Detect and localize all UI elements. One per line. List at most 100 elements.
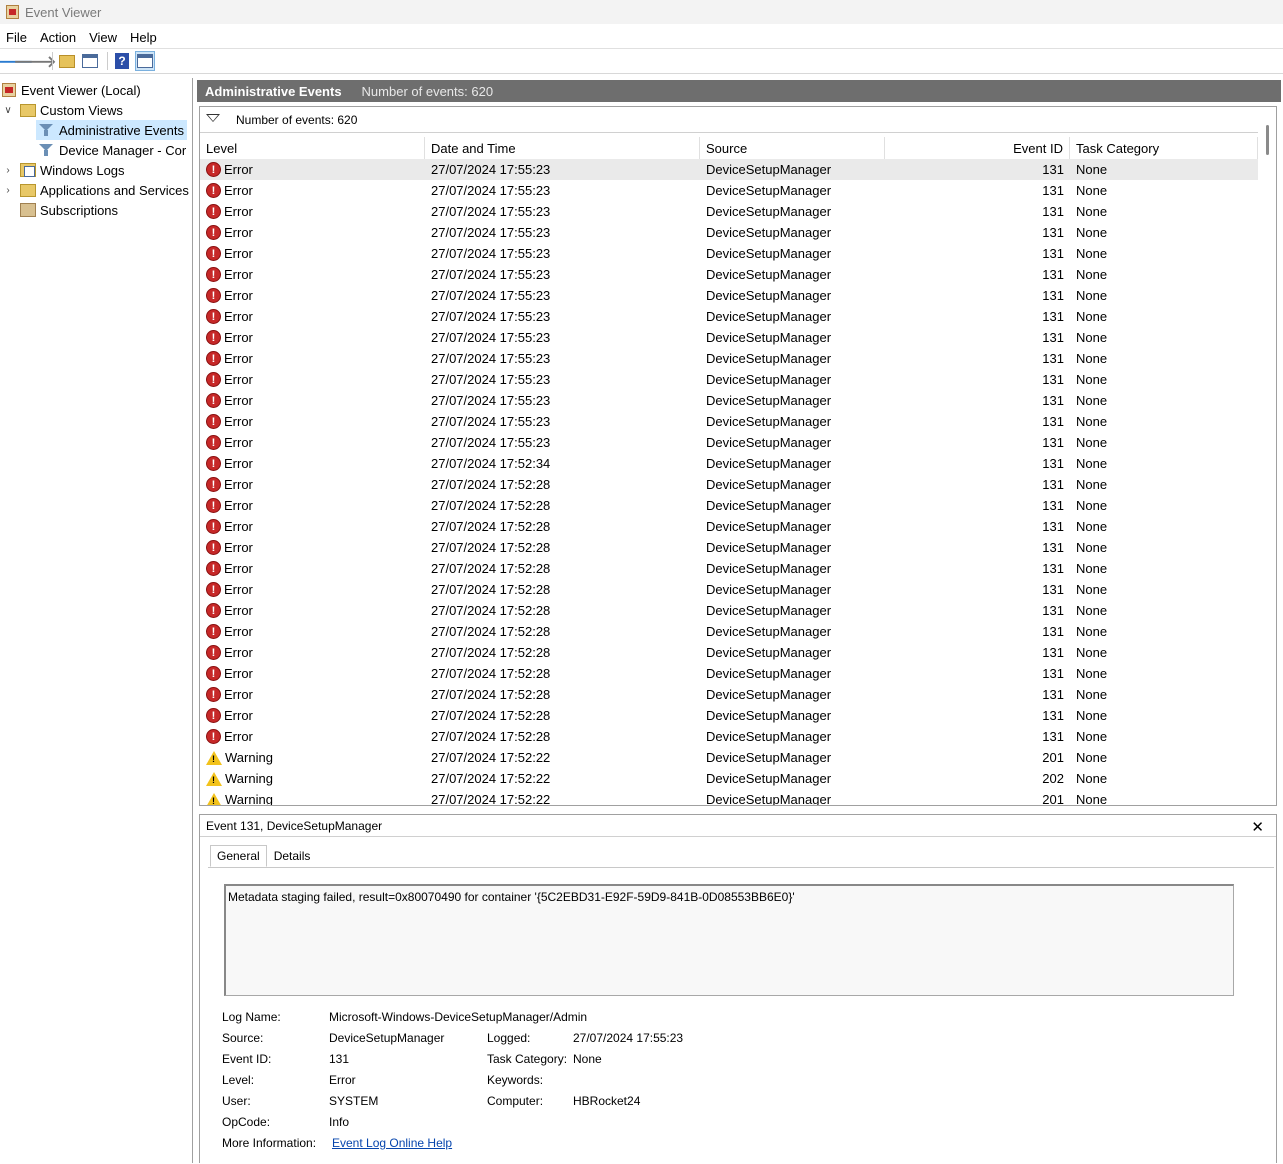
- level-cell: ! Error: [200, 645, 425, 660]
- table-row[interactable]: ! Error 27/07/2024 17:55:23 DeviceSetupMana…: [200, 201, 1258, 222]
- error-icon: !: [206, 456, 221, 471]
- table-row[interactable]: ! Error 27/07/2024 17:55:23 DeviceSetupMana…: [200, 348, 1258, 369]
- task-category-cell: None: [1076, 729, 1108, 744]
- scrollbar-thumb[interactable]: [1266, 125, 1269, 155]
- table-row[interactable]: ! Error 27/07/2024 17:52:28 DeviceSetupMana…: [200, 621, 1258, 642]
- table-row[interactable]: ! Error 27/07/2024 17:52:28 DeviceSetupMana…: [200, 726, 1258, 747]
- menu-file[interactable]: File: [0, 30, 34, 45]
- table-row[interactable]: ! Warning 27/07/2024 17:52:22 DeviceSetupMa…: [200, 747, 1258, 768]
- task-category-cell: None: [1076, 750, 1108, 765]
- logged-value: 27/07/2024 17:55:23: [573, 1031, 684, 1045]
- event-rows: ! Error 27/07/2024 17:55:23 DeviceSetupMana…: [200, 159, 1258, 805]
- error-icon: !: [206, 540, 221, 555]
- table-row[interactable]: ! Error 27/07/2024 17:55:23 DeviceSetupMana…: [200, 285, 1258, 306]
- level-cell: ! Error: [200, 582, 425, 597]
- table-row[interactable]: ! Warning 27/07/2024 17:52:22 DeviceSetupMa…: [200, 768, 1258, 789]
- tree-item-applications-services[interactable]: › Applications and Services: [2, 180, 192, 200]
- tree-item-windows-logs[interactable]: › Windows Logs: [2, 160, 124, 180]
- tree-item-device-manager[interactable]: Device Manager - Cor: [36, 140, 192, 160]
- table-row[interactable]: ! Error 27/07/2024 17:52:34 DeviceSetupMana…: [200, 453, 1258, 474]
- table-row[interactable]: ! Error 27/07/2024 17:52:28 DeviceSetupMana…: [200, 474, 1258, 495]
- filter-bar: Number of events: 620: [200, 107, 1276, 133]
- level-text: Error: [224, 645, 253, 660]
- up-folder-button[interactable]: [57, 51, 77, 71]
- table-row[interactable]: ! Error 27/07/2024 17:52:28 DeviceSetupMana…: [200, 705, 1258, 726]
- filter-count: Number of events: 620: [236, 112, 358, 127]
- expand-chevron-icon[interactable]: ›: [2, 165, 14, 176]
- error-icon: !: [206, 519, 221, 534]
- table-row[interactable]: ! Error 27/07/2024 17:52:28 DeviceSetupMana…: [200, 537, 1258, 558]
- forward-arrow-icon[interactable]: 🡒: [14, 51, 57, 71]
- table-row[interactable]: ! Error 27/07/2024 17:52:28 DeviceSetupMana…: [200, 516, 1258, 537]
- table-row[interactable]: ! Error 27/07/2024 17:52:28 DeviceSetupMana…: [200, 558, 1258, 579]
- help-button[interactable]: ?: [112, 51, 132, 71]
- event-id-cell: 131: [1042, 330, 1064, 345]
- column-level[interactable]: Level: [200, 137, 425, 159]
- table-row[interactable]: ! Error 27/07/2024 17:52:28 DeviceSetupMana…: [200, 600, 1258, 621]
- table-row[interactable]: ! Error 27/07/2024 17:52:28 DeviceSetupMana…: [200, 663, 1258, 684]
- expand-chevron-icon[interactable]: ›: [2, 185, 14, 196]
- table-row[interactable]: ! Error 27/07/2024 17:55:23 DeviceSetupMana…: [200, 159, 1258, 180]
- menu-action[interactable]: Action: [34, 30, 83, 45]
- show-action-pane-button[interactable]: [135, 51, 155, 71]
- table-row[interactable]: ! Error 27/07/2024 17:55:23 DeviceSetupMana…: [200, 180, 1258, 201]
- event-id-cell: 131: [1042, 456, 1064, 471]
- event-log-online-help-link[interactable]: Event Log Online Help: [332, 1136, 452, 1150]
- column-source[interactable]: Source: [700, 137, 885, 159]
- menu-help[interactable]: Help: [124, 30, 164, 45]
- column-task-category[interactable]: Task Category: [1070, 137, 1258, 159]
- column-date[interactable]: Date and Time: [425, 137, 700, 159]
- date-cell: 27/07/2024 17:55:23: [431, 267, 551, 282]
- level-cell: ! Error: [200, 267, 425, 282]
- tab-general[interactable]: General: [210, 845, 267, 867]
- table-row[interactable]: ! Error 27/07/2024 17:52:28 DeviceSetupMana…: [200, 579, 1258, 600]
- level-text: Warning: [225, 750, 273, 765]
- level-text: Error: [224, 435, 253, 450]
- table-row[interactable]: ! Error 27/07/2024 17:52:28 DeviceSetupMana…: [200, 684, 1258, 705]
- table-header: Level Date and Time Source Event ID Task…: [200, 137, 1258, 159]
- date-cell: 27/07/2024 17:52:22: [431, 771, 551, 786]
- level-text: Error: [224, 729, 253, 744]
- date-cell: 27/07/2024 17:52:22: [431, 750, 551, 765]
- table-row[interactable]: ! Error 27/07/2024 17:55:23 DeviceSetupMana…: [200, 222, 1258, 243]
- source-cell: DeviceSetupManager: [706, 477, 832, 492]
- tab-details[interactable]: Details: [267, 845, 318, 867]
- task-category-cell: None: [1076, 267, 1108, 282]
- task-category-cell: None: [1076, 225, 1108, 240]
- vertical-scrollbar[interactable]: [1258, 107, 1276, 805]
- error-icon: !: [206, 687, 221, 702]
- event-id-cell: 131: [1042, 519, 1064, 534]
- column-event-id[interactable]: Event ID: [885, 137, 1070, 159]
- level-text: Error: [224, 708, 253, 723]
- tree-item-root[interactable]: Event Viewer (Local): [2, 80, 141, 100]
- level-cell: ! Error: [200, 435, 425, 450]
- collapse-chevron-icon[interactable]: ∨: [2, 105, 14, 116]
- table-row[interactable]: ! Error 27/07/2024 17:55:23 DeviceSetupMana…: [200, 327, 1258, 348]
- show-hide-tree-button[interactable]: [80, 51, 100, 71]
- detail-title: Event 131, DeviceSetupManager: [206, 818, 383, 833]
- menu-view[interactable]: View: [83, 30, 124, 45]
- table-row[interactable]: ! Error 27/07/2024 17:55:23 DeviceSetupMana…: [200, 264, 1258, 285]
- table-row[interactable]: ! Error 27/07/2024 17:55:23 DeviceSetupMana…: [200, 390, 1258, 411]
- source-cell: DeviceSetupManager: [706, 645, 832, 660]
- tree-item-administrative-events[interactable]: Administrative Events: [36, 120, 187, 140]
- table-row[interactable]: ! Error 27/07/2024 17:55:23 DeviceSetupMana…: [200, 411, 1258, 432]
- event-message[interactable]: Metadata staging failed, result=0x800704…: [224, 884, 1234, 996]
- table-row[interactable]: ! Warning 27/07/2024 17:52:22 DeviceSetupMa…: [200, 789, 1258, 805]
- table-row[interactable]: ! Error 27/07/2024 17:55:23 DeviceSetupMana…: [200, 306, 1258, 327]
- tree-item-custom-views[interactable]: ∨ Custom Views: [2, 100, 123, 120]
- table-row[interactable]: ! Error 27/07/2024 17:52:28 DeviceSetupMana…: [200, 495, 1258, 516]
- source-cell: DeviceSetupManager: [706, 183, 832, 198]
- tree-label: Event Viewer (Local): [21, 82, 141, 98]
- tree-item-subscriptions[interactable]: Subscriptions: [2, 200, 118, 220]
- task-category-cell: None: [1076, 519, 1108, 534]
- table-row[interactable]: ! Error 27/07/2024 17:55:23 DeviceSetupMana…: [200, 369, 1258, 390]
- date-cell: 27/07/2024 17:52:28: [431, 582, 551, 597]
- table-row[interactable]: ! Error 27/07/2024 17:55:23 DeviceSetupMana…: [200, 432, 1258, 453]
- source-cell: DeviceSetupManager: [706, 687, 832, 702]
- close-icon[interactable]: ✕: [1251, 818, 1264, 836]
- table-row[interactable]: ! Error 27/07/2024 17:55:23 DeviceSetupMana…: [200, 243, 1258, 264]
- task-category-cell: None: [1076, 204, 1108, 219]
- table-row[interactable]: ! Error 27/07/2024 17:52:28 DeviceSetupMana…: [200, 642, 1258, 663]
- task-category-cell: None: [1076, 477, 1108, 492]
